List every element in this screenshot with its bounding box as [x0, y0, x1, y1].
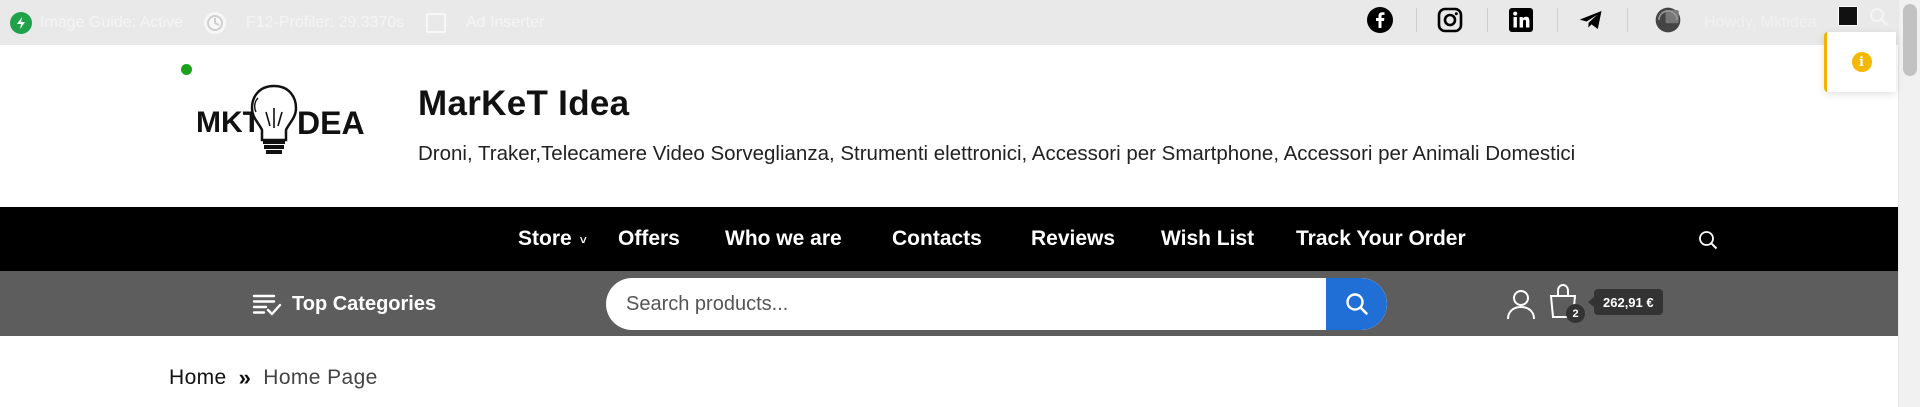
howdy-label: Howdy, Mktidea — [1704, 13, 1817, 31]
admin-bar: Image Guide: Active F12-Profiler: 29.337… — [0, 0, 1898, 45]
nav-item-reviews[interactable]: Reviews — [1031, 207, 1115, 271]
lightbulb-icon — [250, 84, 298, 154]
info-notice[interactable]: i — [1824, 32, 1896, 92]
top-categories-label: Top Categories — [292, 292, 437, 315]
admin-item-label: F12-Profiler: 29.3370s — [246, 13, 405, 31]
profiler-icon — [204, 11, 226, 34]
admin-item-label: Image Guide: Active — [40, 13, 184, 31]
nav-item-who-we-are[interactable]: Who we are — [725, 207, 842, 271]
divider — [1416, 8, 1417, 32]
nav-item-label: Wish List — [1161, 227, 1255, 250]
product-search — [606, 278, 1387, 330]
telegram-icon[interactable] — [1576, 5, 1606, 35]
admin-item-profiler[interactable]: F12-Profiler: 29.3370s — [204, 0, 404, 45]
nav-item-offers[interactable]: Offers — [618, 207, 680, 271]
nav-item-store[interactable]: Store ˅ — [518, 207, 587, 271]
divider — [1487, 8, 1488, 32]
logo-text-right: DEA — [297, 105, 365, 141]
nav-item-label: Reviews — [1031, 227, 1116, 250]
nav-item-track-order[interactable]: Track Your Order — [1296, 207, 1466, 271]
site-logo[interactable]: MKT DEA — [196, 82, 380, 158]
search-icon[interactable] — [1868, 6, 1890, 28]
admin-item-image-guide[interactable]: Image Guide: Active — [10, 0, 183, 45]
nav-item-label: Contacts — [892, 227, 982, 250]
top-categories-button[interactable]: Top Categories — [252, 288, 436, 320]
category-search-bar: Top Categories 2 262,91 € — [0, 271, 1898, 336]
nav-item-label: Offers — [618, 227, 680, 250]
wordpress-avatar-icon[interactable] — [1651, 3, 1685, 37]
user-account-icon[interactable] — [1506, 288, 1536, 320]
scrollbar-thumb[interactable] — [1903, 4, 1917, 76]
nav-item-label: Who we are — [725, 227, 842, 250]
status-dot — [181, 64, 192, 75]
nav-item-label: Track Your Order — [1296, 227, 1466, 250]
breadcrumb-home-link[interactable]: Home — [169, 366, 227, 390]
breadcrumb: Home » Home Page — [169, 365, 378, 391]
facebook-icon[interactable] — [1365, 5, 1395, 35]
search-icon — [1345, 293, 1368, 315]
scrollbar[interactable] — [1898, 0, 1920, 407]
search-input[interactable] — [606, 278, 1326, 330]
category-list-icon — [252, 294, 282, 316]
page: Image Guide: Active F12-Profiler: 29.337… — [0, 0, 1920, 407]
search-button[interactable] — [1326, 278, 1387, 330]
admin-item-ad-inserter[interactable]: Ad Inserter — [426, 0, 544, 45]
breadcrumb-current: Home Page — [263, 366, 378, 389]
divider — [1557, 8, 1558, 32]
bolt-icon — [10, 11, 32, 34]
admin-item-label: Ad Inserter — [466, 13, 545, 31]
nav-item-wish-list[interactable]: Wish List — [1161, 207, 1254, 271]
cart-total[interactable]: 262,91 € — [1588, 289, 1663, 315]
search-icon[interactable] — [1697, 229, 1719, 251]
breadcrumb-separator: » — [238, 365, 252, 390]
nav-item-label: Store — [518, 227, 572, 250]
info-icon: i — [1851, 52, 1872, 72]
main-navigation: Store ˅ Offers Who we are Contacts Revie… — [0, 207, 1898, 271]
chevron-down-icon: ˅ — [579, 233, 587, 247]
nav-item-contacts[interactable]: Contacts — [892, 207, 982, 271]
ad-inserter-icon — [426, 12, 446, 33]
linkedin-icon[interactable] — [1506, 5, 1536, 35]
avatar[interactable] — [1838, 6, 1858, 26]
instagram-icon[interactable] — [1435, 5, 1465, 35]
site-tagline: Droni, Traker,Telecamere Video Sorveglia… — [418, 142, 1576, 165]
cart-count-badge: 2 — [1566, 304, 1585, 323]
divider — [1627, 8, 1628, 32]
site-title[interactable]: MarKeT Idea — [418, 84, 629, 124]
howdy-account[interactable]: Howdy, Mktidea — [1704, 0, 1817, 45]
